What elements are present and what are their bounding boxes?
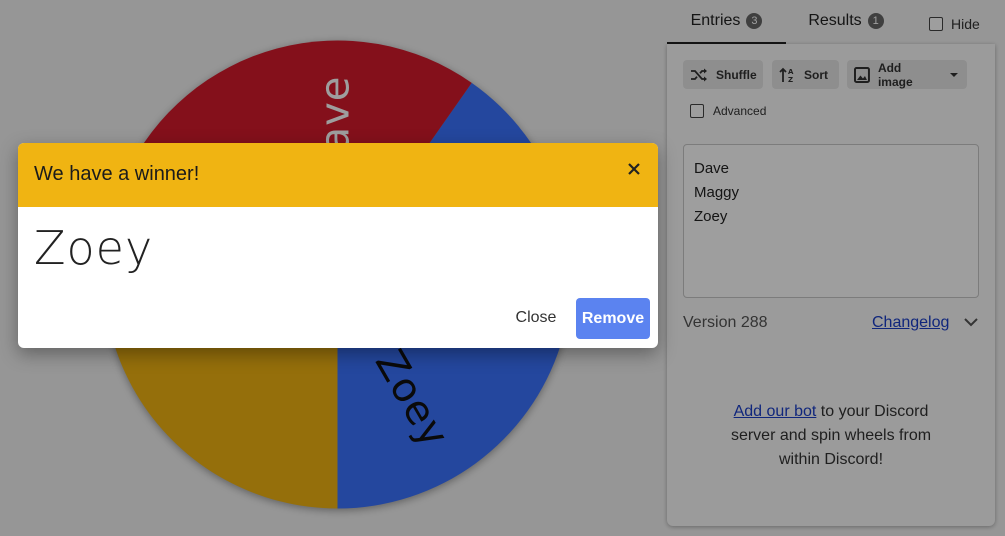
dialog-title: We have a winner! [34,163,200,185]
winner-name: Zoey [34,221,154,275]
close-button[interactable]: Close [504,298,568,338]
winner-dialog: We have a winner! Zoey Close Remove [18,143,658,348]
dialog-header: We have a winner! [18,143,658,207]
remove-button[interactable]: Remove [576,298,650,339]
close-icon[interactable] [624,159,644,179]
